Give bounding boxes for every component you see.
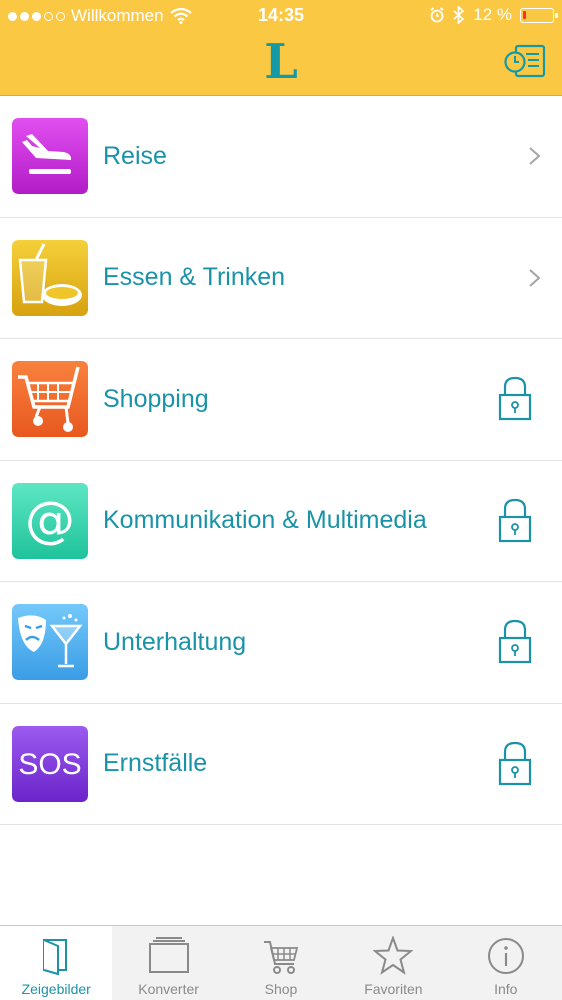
- info-icon: [487, 938, 524, 974]
- category-label: Shopping: [103, 384, 209, 413]
- bluetooth-icon: [453, 6, 465, 24]
- category-row-shopping[interactable]: Shopping: [0, 339, 562, 461]
- chevron-right-icon: [529, 147, 541, 165]
- star-icon: [373, 936, 414, 975]
- category-label: Ernstfälle: [103, 749, 208, 778]
- svg-text:SOS: SOS: [18, 748, 81, 781]
- tab-shop[interactable]: Shop: [225, 926, 337, 1000]
- category-row-unterhaltung[interactable]: Unterhaltung: [0, 582, 562, 704]
- category-row-essen-trinken[interactable]: Essen & Trinken: [0, 218, 562, 339]
- category-row-ernstfaelle[interactable]: SOS Ernstfälle: [0, 704, 562, 825]
- category-row-kommunikation-multimedia[interactable]: @ Kommunikation & Multimedia: [0, 461, 562, 582]
- tab-label: Info: [494, 981, 518, 997]
- status-right: 12 %: [429, 5, 558, 25]
- history-icon[interactable]: [504, 44, 546, 78]
- category-label: Essen & Trinken: [103, 263, 286, 292]
- tab-zeigebilder[interactable]: Zeigebilder: [0, 926, 113, 1000]
- tab-label: Zeigebilder: [21, 981, 91, 997]
- category-list: Reise Essen & Trinken Shopping @ Kommuni…: [0, 96, 562, 825]
- sos-icon: SOS: [12, 725, 88, 802]
- category-label: Unterhaltung: [103, 627, 247, 656]
- tab-konverter[interactable]: Konverter: [112, 926, 224, 1000]
- alarm-icon: [430, 7, 444, 23]
- tab-favoriten[interactable]: Favoriten: [337, 926, 449, 1000]
- tab-info[interactable]: Info: [450, 926, 562, 1000]
- category-label: Reise: [103, 141, 167, 170]
- tab-label: Shop: [264, 981, 298, 997]
- theater-masks-icon: [12, 604, 88, 680]
- app-header: Willkommen 14:35 12 % L: [0, 0, 562, 96]
- lock-icon: [498, 620, 532, 664]
- battery-icon: [520, 7, 558, 23]
- lock-icon: [498, 741, 532, 785]
- lock-icon: [498, 498, 532, 542]
- battery-percentage: 12 %: [473, 5, 512, 24]
- cart-icon: [263, 941, 299, 974]
- chevron-right-icon: [529, 269, 541, 287]
- at-sign-icon: @: [12, 482, 88, 559]
- category-row-reise[interactable]: Reise: [0, 96, 562, 218]
- food-drink-icon: [12, 239, 88, 316]
- svg-text:@: @: [25, 491, 75, 549]
- converter-icon: [148, 937, 189, 973]
- lock-icon: [498, 377, 532, 421]
- book-icon: [43, 939, 68, 976]
- tab-label: Favoriten: [364, 981, 423, 997]
- shopping-cart-icon: [12, 361, 88, 437]
- tab-bar: Zeigebilder Konverter Shop Favoriten Inf…: [0, 925, 562, 1000]
- tab-label: Konverter: [138, 981, 199, 997]
- status-bar: Willkommen 14:35 12 %: [0, 0, 562, 32]
- app-logo: L: [264, 34, 298, 90]
- airplane-landing-icon: [12, 118, 88, 194]
- category-label: Kommunikation & Multimedia: [103, 506, 427, 535]
